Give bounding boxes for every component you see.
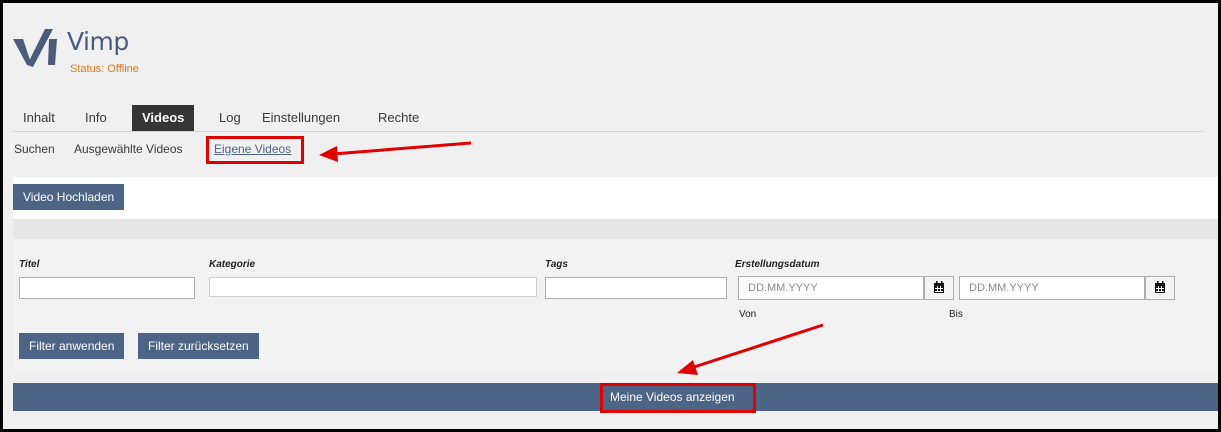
tags-filter-input[interactable] <box>545 277 727 299</box>
page-frame: Vimp Status: Offline Inhalt Info Videos … <box>0 0 1221 432</box>
reset-filter-button[interactable]: Filter zurücksetzen <box>138 333 259 359</box>
filter-panel: Titel Kategorie Tags Erstellungsdatum DD… <box>13 239 1218 371</box>
tab-inhalt[interactable]: Inhalt <box>13 105 65 131</box>
highlight-box-eigene-videos <box>206 136 304 164</box>
tab-rechte[interactable]: Rechte <box>368 105 429 131</box>
upload-video-button[interactable]: Video Hochladen <box>13 184 125 210</box>
main-tabs: Inhalt Info Videos Log Einstellungen Rec… <box>13 105 1203 132</box>
subtab-ausgewaehlte-videos[interactable]: Ausgewählte Videos <box>74 142 183 156</box>
app-status: Status: Offline <box>70 63 139 75</box>
category-filter-field[interactable] <box>209 277 537 297</box>
category-filter-label: Kategorie <box>209 259 256 270</box>
calendar-from-button[interactable] <box>924 276 954 300</box>
tab-log[interactable]: Log <box>209 105 251 131</box>
date-to-label: Bis <box>949 309 963 320</box>
date-from-input[interactable]: DD.MM.YYYY <box>738 276 924 300</box>
subtab-suchen[interactable]: Suchen <box>14 142 55 156</box>
vimp-logo <box>13 29 57 67</box>
date-to-input[interactable]: DD.MM.YYYY <box>959 276 1145 300</box>
tab-einstellungen[interactable]: Einstellungen <box>252 105 350 131</box>
app-title: Vimp <box>67 27 129 56</box>
title-filter-label: Titel <box>19 259 40 270</box>
tags-filter-label: Tags <box>545 259 568 270</box>
tab-videos[interactable]: Videos <box>132 105 195 131</box>
tab-info[interactable]: Info <box>75 105 117 131</box>
highlight-box-meine-videos <box>600 383 756 413</box>
arrow-to-eigene-videos <box>319 141 472 162</box>
calendar-icon <box>934 281 944 293</box>
date-filter-label: Erstellungsdatum <box>735 259 820 270</box>
toolbar: Video Hochladen <box>13 177 1218 219</box>
title-filter-input[interactable] <box>19 277 195 299</box>
separator <box>13 219 1218 239</box>
apply-filter-button[interactable]: Filter anwenden <box>19 333 125 359</box>
calendar-to-button[interactable] <box>1145 276 1175 300</box>
date-from-placeholder: DD.MM.YYYY <box>748 282 818 294</box>
date-from-label: Von <box>739 309 757 320</box>
date-to-placeholder: DD.MM.YYYY <box>969 282 1039 294</box>
calendar-icon <box>1155 281 1165 293</box>
